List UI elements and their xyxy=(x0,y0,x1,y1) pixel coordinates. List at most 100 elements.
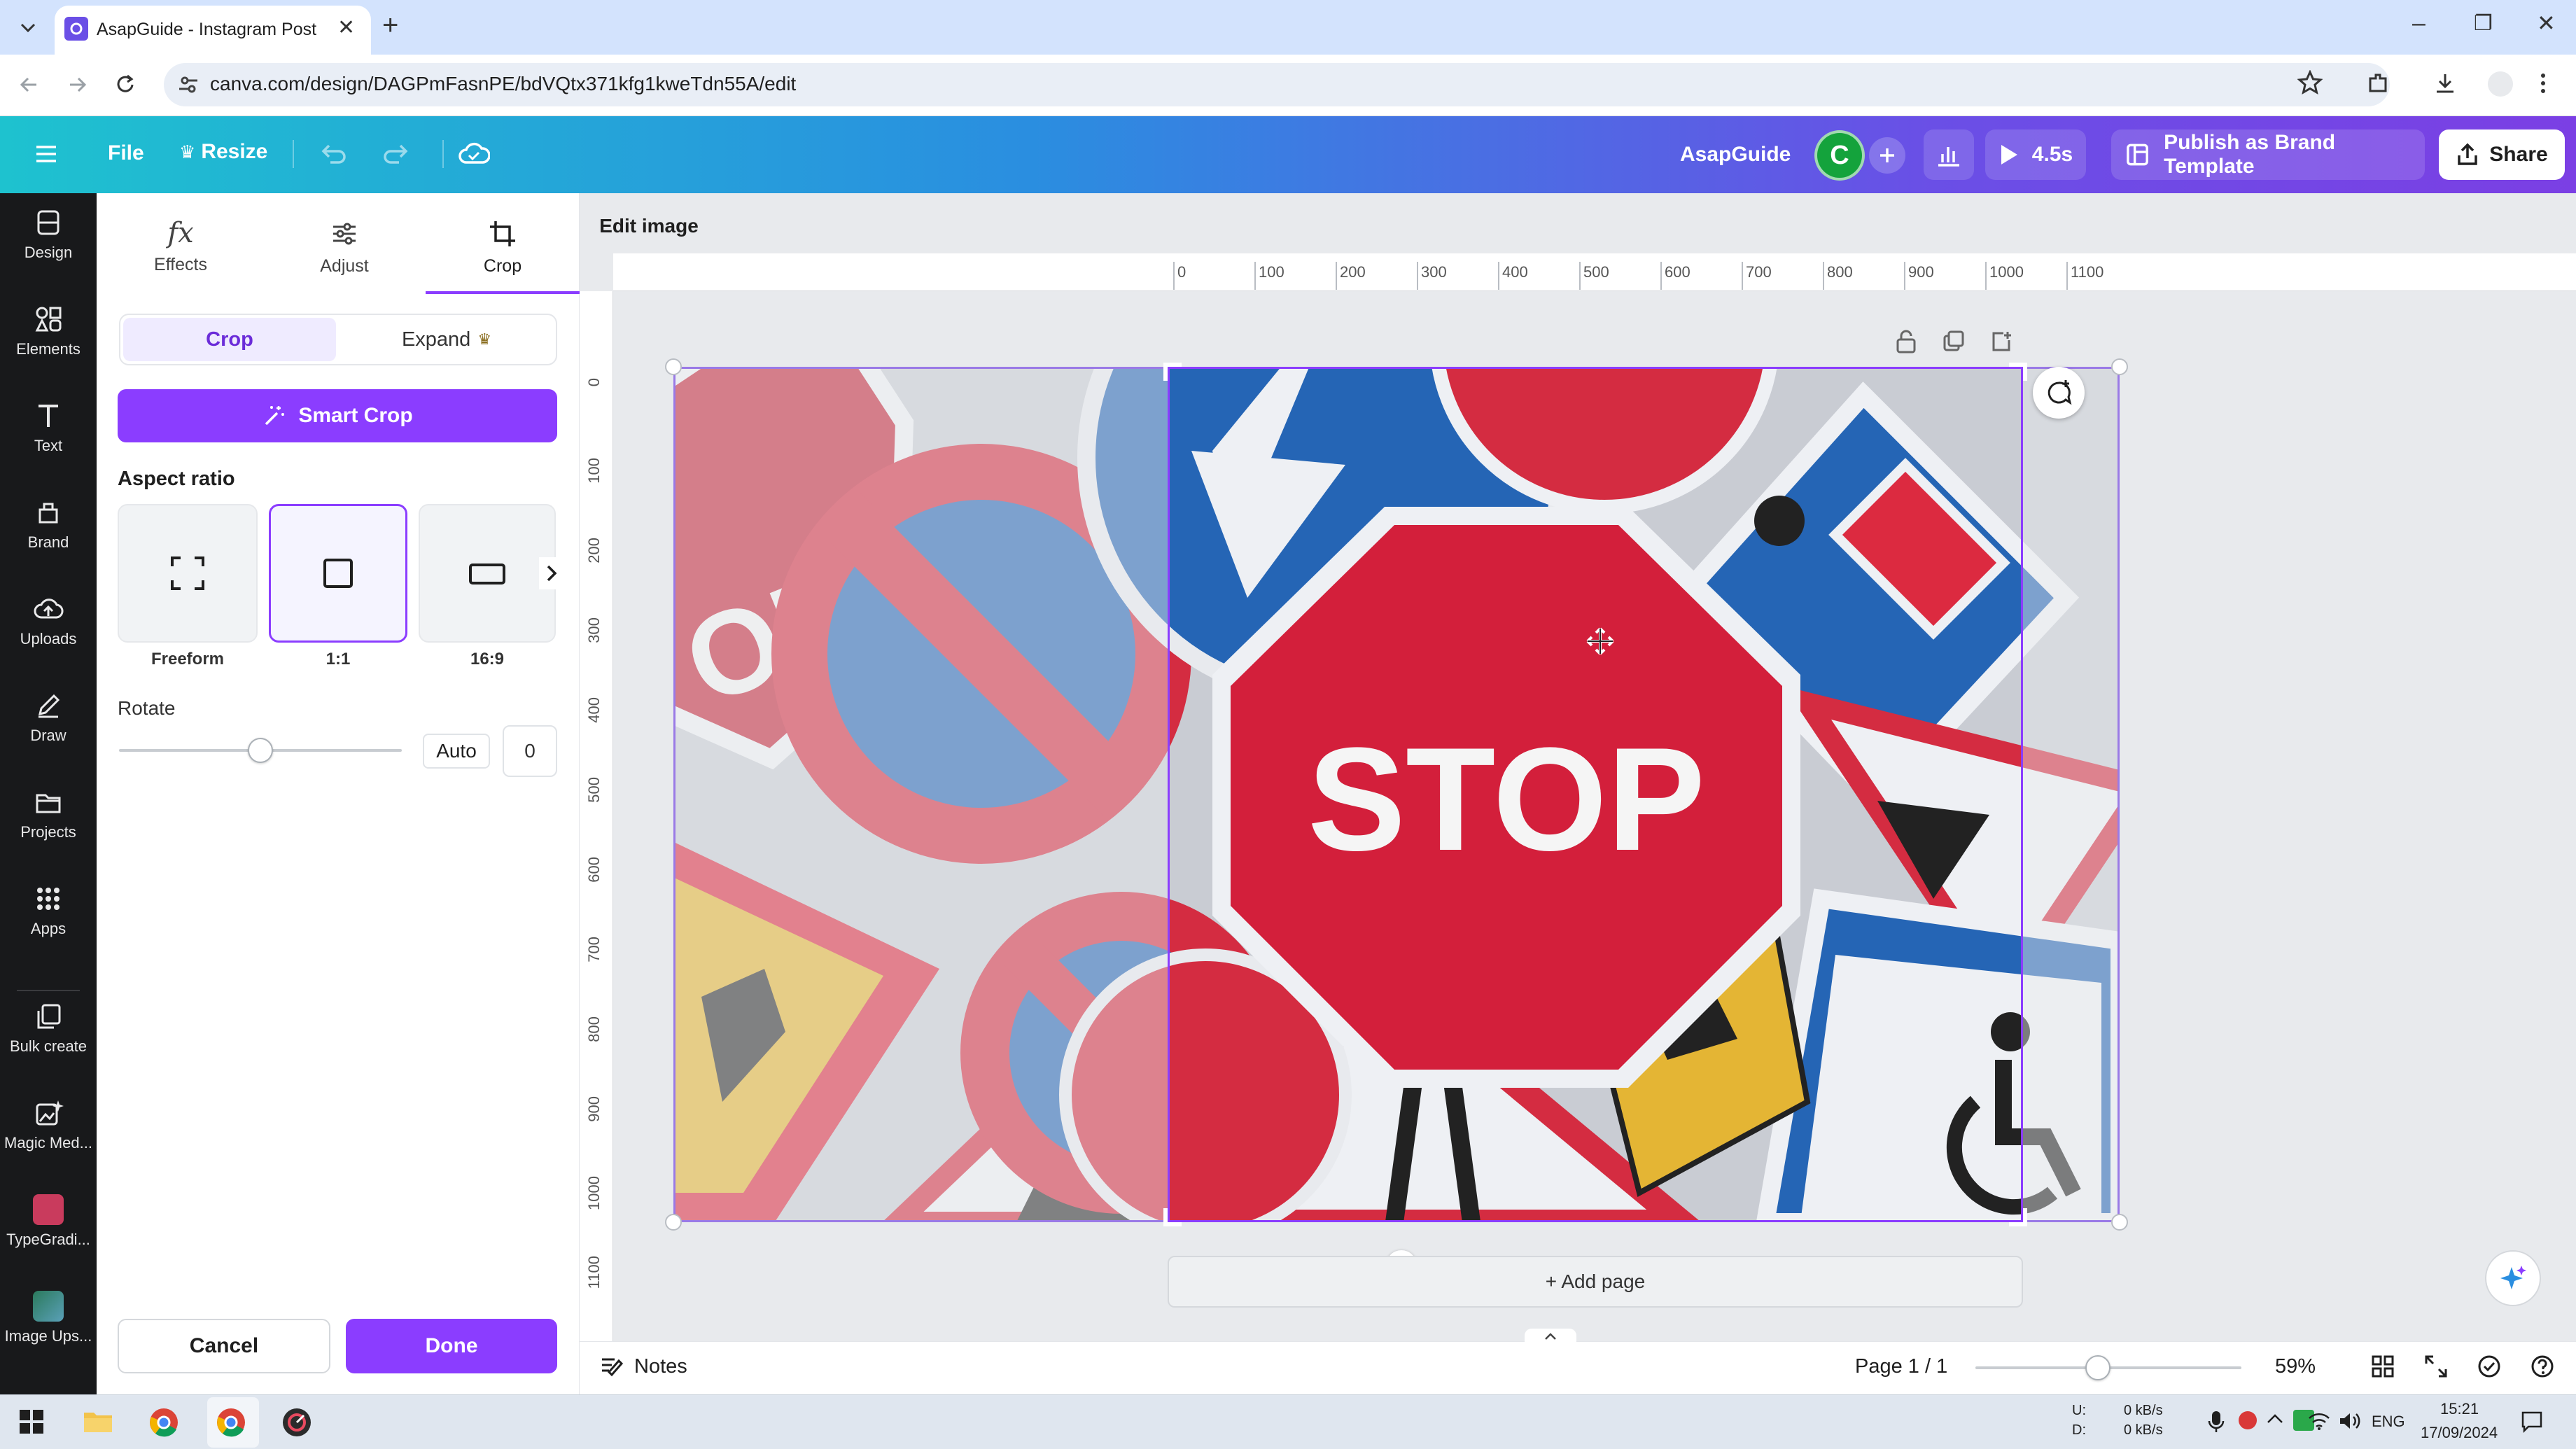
forward-icon[interactable] xyxy=(66,73,90,97)
tab-close-icon[interactable]: ✕ xyxy=(337,15,355,40)
sidebar-item-uploads[interactable]: Uploads xyxy=(0,594,97,686)
done-button[interactable]: Done xyxy=(346,1319,557,1373)
crop-handle-bottom-right[interactable] xyxy=(2009,1208,2027,1226)
sidebar-item-bulk-create[interactable]: Bulk create xyxy=(0,1001,97,1093)
redo-icon[interactable] xyxy=(382,141,410,167)
edit-image-button[interactable]: Edit image xyxy=(591,204,707,248)
windows-start-icon[interactable] xyxy=(18,1408,45,1435)
image-handle-top-left[interactable] xyxy=(665,358,682,375)
expand-mode-button[interactable]: Expand ♛ xyxy=(340,318,553,361)
ratios-next-button[interactable] xyxy=(539,557,564,589)
lock-icon[interactable] xyxy=(1894,329,1918,354)
bookmark-star-icon[interactable] xyxy=(2297,70,2323,95)
page-indicator[interactable]: Page 1 / 1 xyxy=(1855,1355,1947,1378)
chrome-icon[interactable] xyxy=(148,1407,179,1438)
show-pages-button[interactable] xyxy=(1525,1329,1576,1344)
browser-menu-icon[interactable] xyxy=(2538,71,2548,95)
crop-handle-bottom-left[interactable] xyxy=(1163,1208,1182,1226)
volume-icon[interactable] xyxy=(2338,1411,2362,1431)
crop-frame[interactable] xyxy=(1168,367,2023,1222)
add-page-icon[interactable] xyxy=(1989,329,2013,354)
image-handle-bottom-right[interactable] xyxy=(2111,1214,2128,1231)
zoom-slider-track[interactable] xyxy=(1975,1355,2241,1380)
wifi-icon[interactable] xyxy=(2307,1411,2331,1431)
fullscreen-icon[interactable] xyxy=(2423,1354,2449,1379)
crop-handle-top-left[interactable] xyxy=(1163,363,1182,381)
browser-tab-active[interactable]: AsapGuide - Instagram Post ✕ xyxy=(55,6,371,55)
sidebar-item-elements[interactable]: Elements xyxy=(0,304,97,396)
cancel-button[interactable]: Cancel xyxy=(118,1319,330,1373)
sidebar-item-design[interactable]: Design xyxy=(0,207,97,300)
resize-button[interactable]: ♛ Resize xyxy=(179,140,267,164)
clock-time[interactable]: 15:21 xyxy=(2440,1400,2479,1418)
address-bar[interactable]: canva.com/design/DAGPmFasnPE/bdVQtx371kf… xyxy=(164,63,2390,106)
rotate-value-input[interactable]: 0 xyxy=(503,725,557,777)
reload-icon[interactable] xyxy=(113,73,137,97)
show-hidden-icons[interactable] xyxy=(2265,1411,2285,1425)
notification-center-icon[interactable] xyxy=(2520,1410,2544,1434)
check-status-icon[interactable] xyxy=(2477,1354,2502,1379)
extensions-icon[interactable] xyxy=(2366,71,2390,95)
duplicate-page-icon[interactable] xyxy=(1942,329,1966,354)
back-icon[interactable] xyxy=(17,73,41,97)
brand-name[interactable]: AsapGuide xyxy=(1680,143,1791,167)
window-maximize-button[interactable]: ❐ xyxy=(2474,11,2493,36)
collaborator-avatar[interactable]: C xyxy=(1814,130,1865,181)
sidebar-item-brand[interactable]: Brand xyxy=(0,497,97,589)
crop-handle-top-right[interactable] xyxy=(2009,363,2027,381)
chrome-active-icon[interactable] xyxy=(216,1407,246,1438)
share-button[interactable]: Share xyxy=(2439,130,2565,180)
crop-mode-button[interactable]: Crop xyxy=(123,318,336,361)
image-handle-bottom-left[interactable] xyxy=(665,1214,682,1231)
app-icon[interactable] xyxy=(281,1407,312,1438)
rotate-auto-label: Auto xyxy=(436,740,477,762)
tab-adjust[interactable]: Adjust xyxy=(267,210,421,294)
clock-date[interactable]: 17/09/2024 xyxy=(2421,1424,2498,1442)
file-menu-button[interactable]: File xyxy=(108,141,144,165)
rotate-auto-button[interactable]: Auto xyxy=(423,734,490,769)
tab-crop[interactable]: Crop xyxy=(426,210,580,294)
zoom-slider-thumb[interactable] xyxy=(2085,1355,2110,1380)
cloud-save-icon[interactable] xyxy=(458,140,490,168)
image-handle-top-right[interactable] xyxy=(2111,358,2128,375)
input-language[interactable]: ENG xyxy=(2372,1413,2405,1431)
profile-avatar[interactable] xyxy=(2488,71,2513,97)
add-comment-button[interactable] xyxy=(2033,367,2085,419)
undo-icon[interactable] xyxy=(319,141,347,167)
sidebar-item-image-upscaler[interactable]: Image Ups... xyxy=(0,1291,97,1383)
add-collaborator-icon[interactable] xyxy=(1869,137,1905,174)
help-icon[interactable] xyxy=(2530,1354,2555,1379)
ruler-tick-label: 800 xyxy=(1827,263,1853,281)
present-button[interactable]: 4.5s xyxy=(1985,130,2086,180)
ratio-freeform-option[interactable] xyxy=(118,504,258,643)
sidebar-item-magic-media[interactable]: Magic Med... xyxy=(0,1098,97,1190)
grid-view-icon[interactable] xyxy=(2370,1354,2395,1379)
window-close-button[interactable]: ✕ xyxy=(2537,10,2556,36)
zoom-level[interactable]: 59% xyxy=(2275,1355,2316,1378)
notes-button[interactable]: Notes xyxy=(599,1354,687,1379)
sidebar-item-draw[interactable]: Draw xyxy=(0,690,97,783)
tab-effects[interactable]: fx Effects xyxy=(104,210,258,294)
new-tab-button[interactable]: + xyxy=(382,10,398,41)
sidebar-item-text[interactable]: Text xyxy=(0,400,97,493)
publish-brand-template-button[interactable]: Publish as Brand Template xyxy=(2111,130,2425,180)
site-info-icon[interactable] xyxy=(178,74,199,95)
canva-assistant-button[interactable] xyxy=(2485,1250,2541,1306)
smart-crop-button[interactable]: Smart Crop xyxy=(118,389,557,442)
ratio-1-1-option[interactable] xyxy=(269,504,407,643)
insights-button[interactable] xyxy=(1924,130,1974,180)
window-minimize-button[interactable]: – xyxy=(2412,10,2426,37)
record-indicator-icon[interactable] xyxy=(2239,1411,2257,1429)
rotate-slider-thumb[interactable] xyxy=(248,738,273,763)
tab-search-icon[interactable] xyxy=(15,15,41,41)
download-icon[interactable] xyxy=(2433,71,2457,95)
file-explorer-icon[interactable] xyxy=(83,1408,113,1435)
ratio-16-9-option[interactable] xyxy=(419,504,556,643)
rotate-slider-track[interactable] xyxy=(119,738,402,763)
sidebar-item-typegradient[interactable]: TypeGradi... xyxy=(0,1194,97,1287)
sidebar-item-projects[interactable]: Projects xyxy=(0,787,97,879)
add-page-button[interactable]: + Add page xyxy=(1168,1256,2023,1308)
microphone-icon[interactable] xyxy=(2208,1410,2225,1434)
sidebar-item-apps[interactable]: Apps xyxy=(0,883,97,976)
hamburger-menu-icon[interactable] xyxy=(34,143,59,165)
